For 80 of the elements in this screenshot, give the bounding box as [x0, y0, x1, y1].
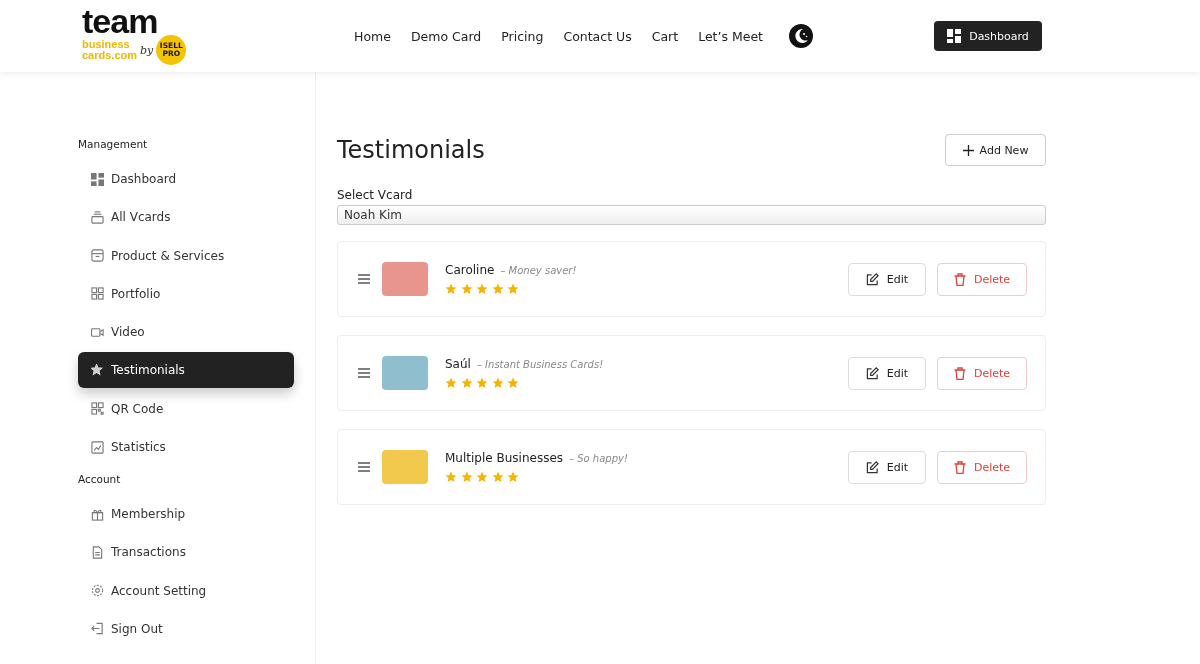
add-new-button[interactable]: Add New: [945, 134, 1046, 166]
star-icon: [445, 283, 457, 295]
star-icon: [507, 471, 519, 483]
logo-text: cards.com: [82, 50, 138, 61]
nav-link[interactable]: Let’s Meet: [698, 28, 763, 44]
star-icon: [460, 377, 473, 389]
testimonial-quote: – So happy!: [569, 453, 628, 464]
star-icon: [445, 377, 457, 389]
nav-link[interactable]: Contact Us: [563, 28, 632, 44]
logo-by-text: by: [140, 43, 154, 57]
testimonial-name: Multiple Businesses: [445, 451, 564, 465]
star-icon: [507, 283, 519, 295]
vcard-select[interactable]: Noah Kim: [337, 205, 1046, 225]
star-icon: [491, 283, 504, 295]
sidebar-item[interactable]: Testimonials: [78, 352, 294, 389]
doc-icon: [91, 545, 104, 559]
chart-icon: [91, 440, 104, 454]
star-icon: [476, 283, 488, 295]
plus-icon: [962, 144, 974, 156]
edit-icon: [865, 460, 879, 474]
edit-button[interactable]: Edit: [848, 356, 926, 390]
star-icon: [491, 471, 504, 483]
edit-icon: [865, 366, 879, 380]
star-icon: [91, 364, 104, 377]
star-icon: [507, 377, 519, 389]
edit-button[interactable]: Edit: [848, 450, 926, 484]
star-icon: [460, 283, 473, 295]
logo-wordmark: team: [82, 7, 159, 35]
stack-icon: [91, 210, 104, 224]
delete-button[interactable]: Delete: [937, 450, 1027, 484]
signout-icon: [91, 622, 104, 636]
drag-handle-icon[interactable]: [358, 462, 370, 472]
moon-icon[interactable]: [789, 24, 813, 48]
star-icon: [460, 471, 473, 483]
star-icon: [445, 471, 457, 483]
grid-icon: [947, 29, 962, 43]
sidebar-item[interactable]: QR Code: [78, 390, 294, 427]
squares-icon: [91, 287, 104, 301]
delete-button[interactable]: Delete: [937, 356, 1027, 390]
sidebar-item[interactable]: Portfolio: [78, 275, 294, 312]
sidebar-item[interactable]: All Vcards: [78, 199, 294, 236]
drag-handle-icon[interactable]: [358, 274, 370, 284]
nav-link[interactable]: Pricing: [501, 28, 544, 44]
dashboard-button[interactable]: Dashboard: [934, 21, 1042, 51]
box-icon: [91, 249, 104, 263]
sidebar-item[interactable]: Dashboard: [78, 161, 294, 197]
sidebar-heading: Account: [78, 473, 122, 488]
nav-link[interactable]: Demo Card: [410, 28, 482, 44]
nav-link[interactable]: Home: [354, 28, 391, 44]
testimonial-name: Saúl: [445, 357, 471, 371]
gift-icon: [91, 507, 104, 521]
testimonial-name: Caroline: [445, 263, 495, 277]
page-title: Testimonials: [337, 136, 485, 164]
edit-button[interactable]: Edit: [848, 262, 926, 296]
drag-handle-icon[interactable]: [358, 368, 370, 378]
logo-text: business: [82, 39, 131, 50]
edit-icon: [865, 272, 879, 286]
star-icon: [476, 471, 488, 483]
nav-link[interactable]: Cart: [651, 28, 679, 44]
qr-icon: [91, 402, 104, 416]
sidebar-item[interactable]: Membership: [78, 496, 294, 533]
delete-button[interactable]: Delete: [937, 262, 1027, 296]
star-icon: [476, 377, 488, 389]
testimonial-quote: – Money saver!: [500, 265, 577, 276]
gear-icon: [91, 584, 104, 598]
sidebar-heading: Management: [78, 138, 149, 152]
trash-icon: [953, 366, 966, 380]
star-icon: [491, 377, 504, 389]
video-icon: [91, 325, 104, 339]
trash-icon: [953, 460, 966, 474]
testimonial-quote: – Instant Business Cards!: [476, 359, 604, 370]
sidebar-item[interactable]: Video: [78, 314, 294, 351]
grid-icon: [91, 172, 104, 186]
field-label: Select Vcard: [337, 188, 414, 202]
trash-icon: [953, 272, 966, 286]
sidebar-item[interactable]: Product & Services: [78, 237, 294, 274]
sidebar-item[interactable]: Statistics: [78, 429, 294, 466]
sidebar-item[interactable]: Transactions: [78, 534, 294, 571]
sidebar-item[interactable]: Sign Out: [78, 610, 294, 647]
sidebar-item[interactable]: Account Setting: [78, 572, 294, 609]
